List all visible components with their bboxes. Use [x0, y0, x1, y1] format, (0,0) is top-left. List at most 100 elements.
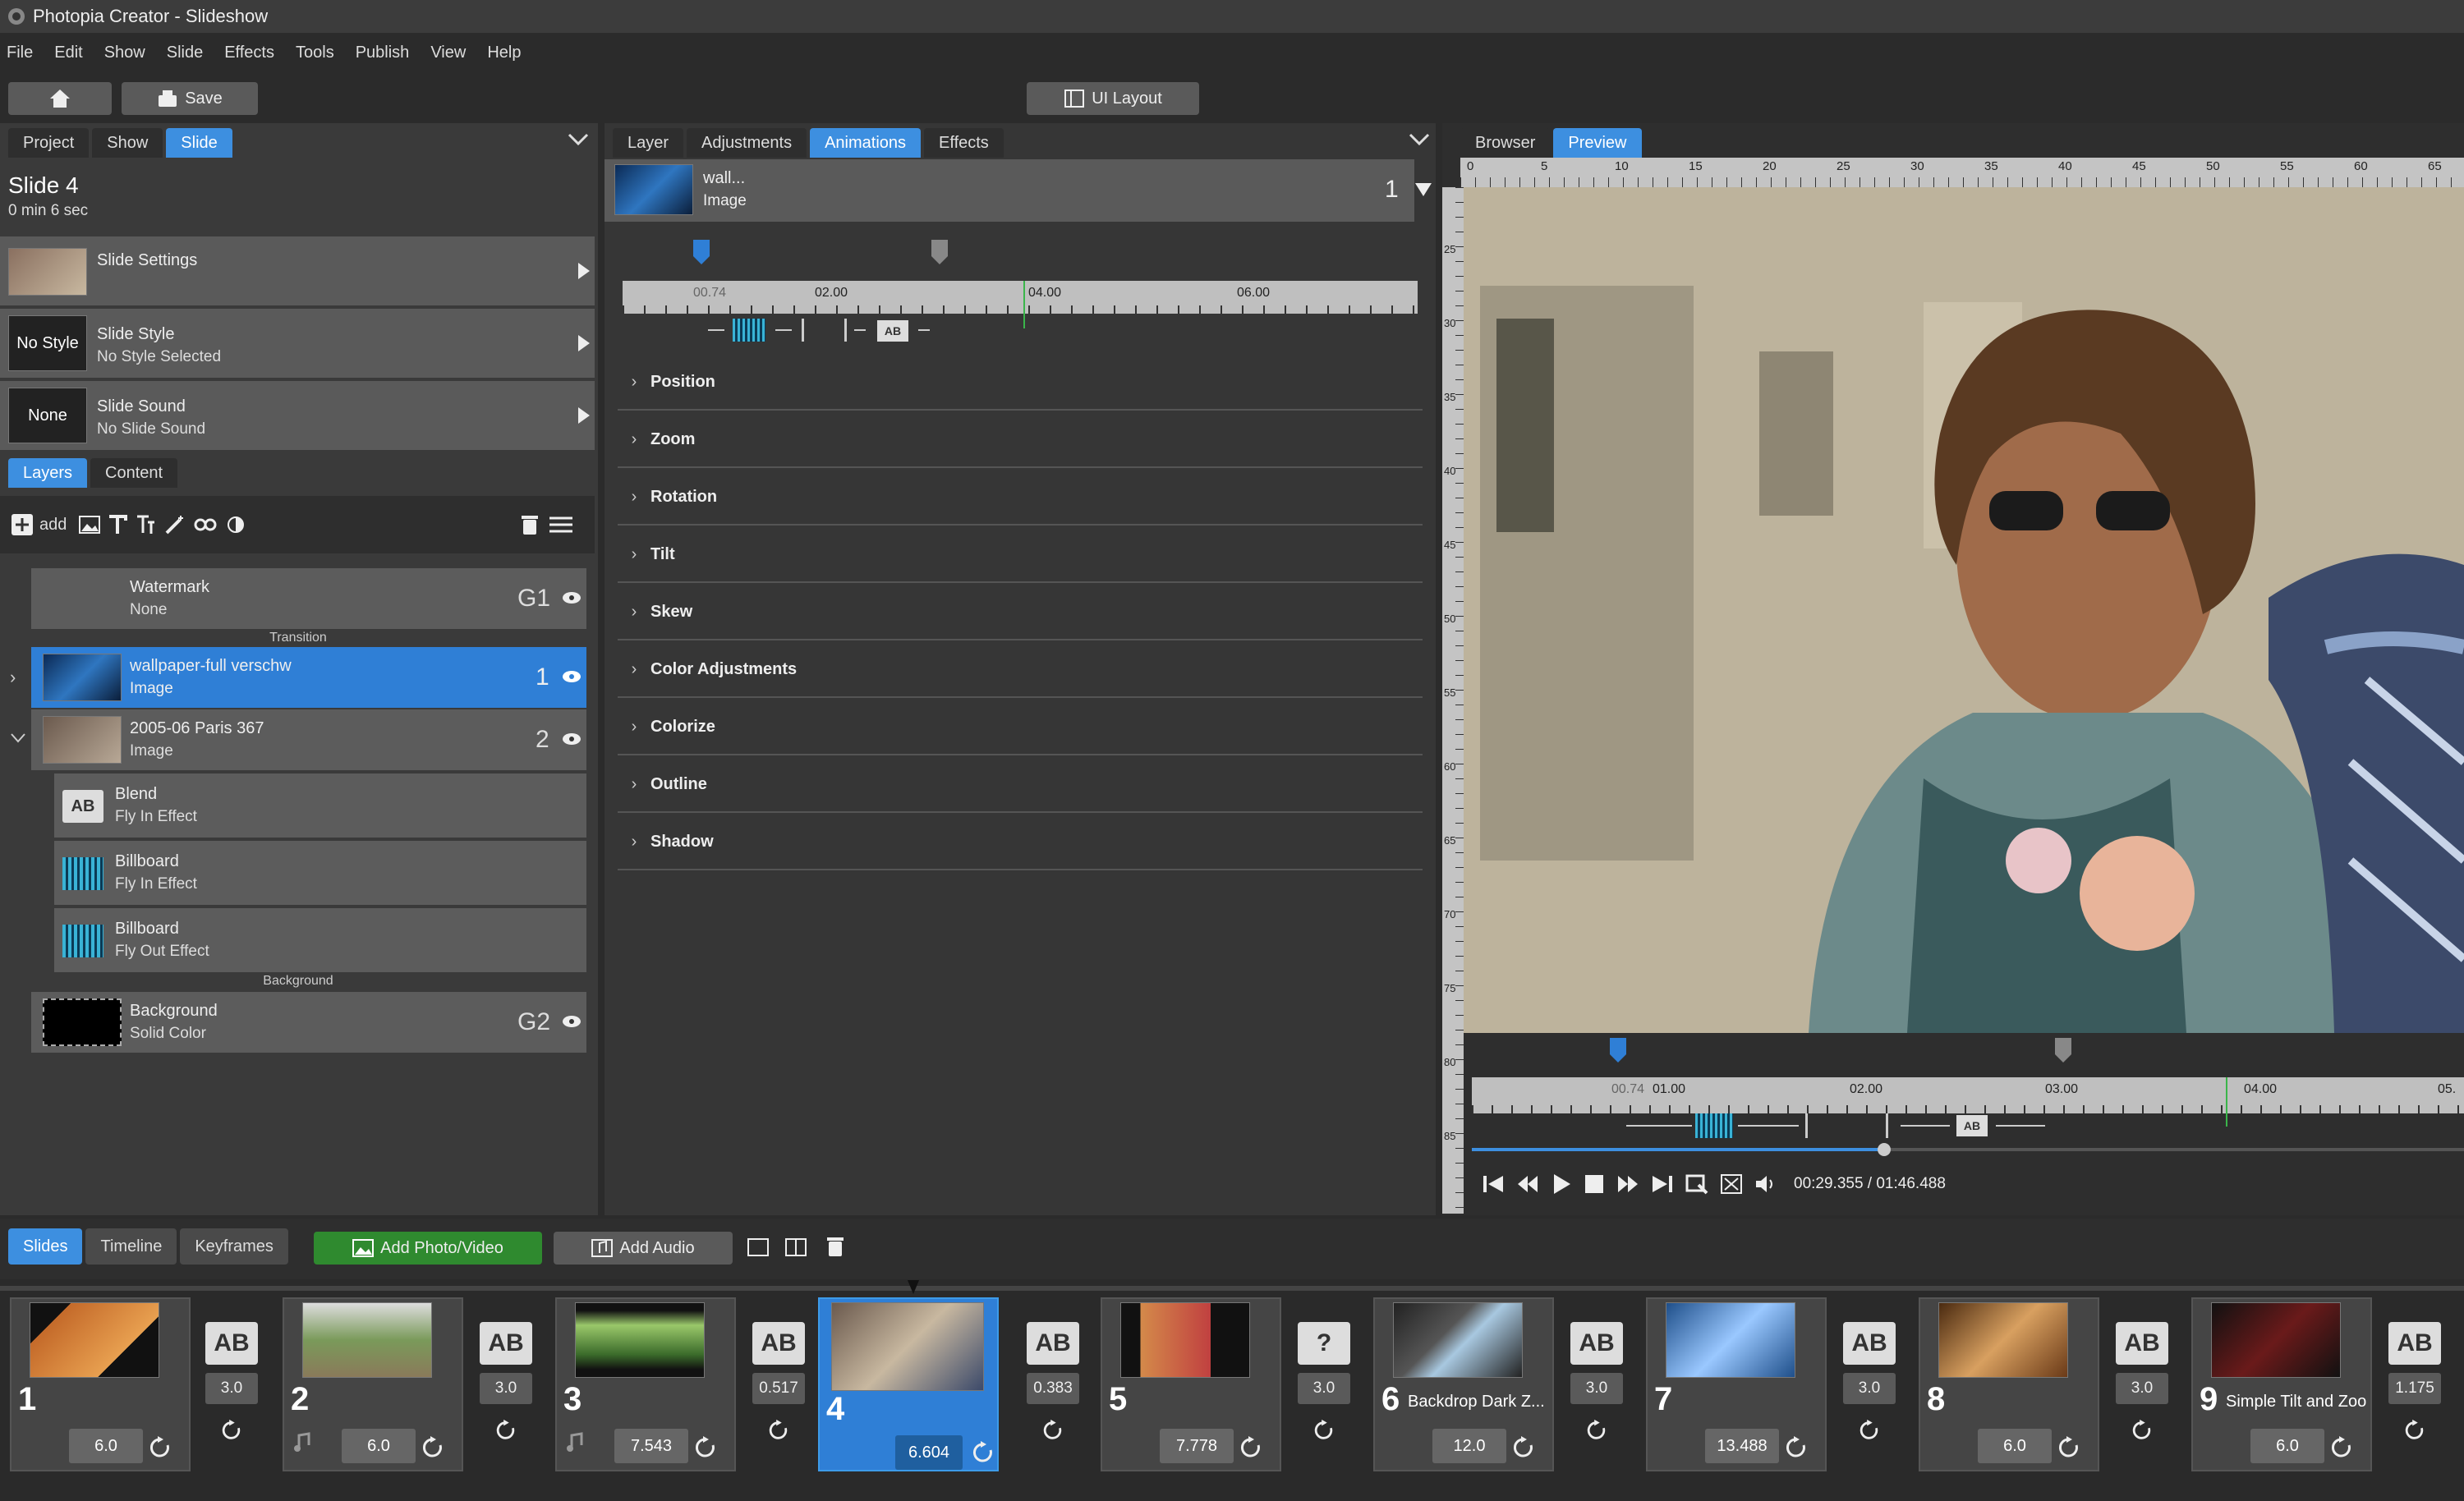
- slide-duration[interactable]: 7.543: [614, 1429, 688, 1463]
- refresh-icon[interactable]: [421, 1435, 445, 1460]
- transition-duration[interactable]: 0.517: [752, 1373, 805, 1404]
- menu-effects[interactable]: Effects: [224, 44, 274, 62]
- transition-card[interactable]: AB 3.0: [1564, 1322, 1631, 1470]
- transition-duration[interactable]: 3.0: [2116, 1373, 2168, 1404]
- tab-project[interactable]: Project: [8, 128, 90, 158]
- slide-duration[interactable]: 12.0: [1432, 1429, 1506, 1463]
- refresh-icon[interactable]: [1041, 1419, 1064, 1442]
- tab-layer[interactable]: Layer: [613, 128, 684, 158]
- prop-skew[interactable]: › Skew: [618, 585, 1423, 640]
- fast-forward-icon[interactable]: [1616, 1173, 1639, 1195]
- save-button[interactable]: Save: [122, 82, 258, 115]
- effect-billboard-out[interactable]: Billboard Fly Out Effect: [54, 908, 586, 972]
- slide-card[interactable]: 3 7.543: [555, 1297, 736, 1471]
- expand-arrow-icon[interactable]: [578, 263, 590, 279]
- transition-duration[interactable]: 3.0: [205, 1373, 258, 1404]
- slide-card[interactable]: 8 6.0: [1919, 1297, 2099, 1471]
- keyframe-marker-2[interactable]: [2053, 1036, 2073, 1066]
- layer-selector[interactable]: wall... Image 1: [605, 159, 1414, 222]
- dropdown-arrow-icon[interactable]: [1414, 182, 1432, 197]
- menu-slide[interactable]: Slide: [167, 44, 203, 62]
- transition-duration[interactable]: 0.383: [1027, 1373, 1079, 1404]
- slide-card[interactable]: 9 Simple Tilt and Zoo 6.0: [2191, 1297, 2372, 1471]
- tab-keyframes[interactable]: Keyframes: [180, 1228, 288, 1265]
- slide-duration[interactable]: 13.488: [1705, 1429, 1779, 1463]
- ui-layout-button[interactable]: UI Layout: [1027, 82, 1199, 115]
- refresh-icon[interactable]: [2403, 1419, 2426, 1442]
- eye-icon[interactable]: [562, 732, 582, 746]
- effect-blend[interactable]: AB Blend Fly In Effect: [54, 773, 586, 838]
- text-icon[interactable]: [107, 514, 128, 535]
- refresh-icon[interactable]: [2131, 1419, 2154, 1442]
- transition-card[interactable]: AB 3.0: [1837, 1322, 1904, 1470]
- playhead[interactable]: [2226, 1077, 2227, 1127]
- slide-duration[interactable]: 6.0: [342, 1429, 416, 1463]
- skip-start-icon[interactable]: [1482, 1173, 1505, 1195]
- animation-ruler[interactable]: 00.74 02.00 04.00 06.00: [623, 281, 1418, 314]
- keyframe-marker-1[interactable]: [1608, 1036, 1628, 1066]
- eye-icon[interactable]: [562, 1015, 582, 1028]
- add-photo-video-button[interactable]: Add Photo/Video: [314, 1232, 542, 1265]
- effect-billboard-in[interactable]: Billboard Fly In Effect: [54, 841, 586, 905]
- refresh-icon[interactable]: [220, 1419, 243, 1442]
- refresh-icon[interactable]: [1511, 1435, 1536, 1460]
- refresh-icon[interactable]: [1585, 1419, 1608, 1442]
- add-audio-button[interactable]: Add Audio: [554, 1232, 733, 1265]
- menu-show[interactable]: Show: [104, 44, 145, 62]
- slide-card[interactable]: 2 6.0: [283, 1297, 463, 1471]
- slide-duration[interactable]: 6.0: [1978, 1429, 2052, 1463]
- preview-timeline-ruler[interactable]: 00.74 01.00 02.00 03.00 04.00 05.: [1472, 1077, 2464, 1113]
- keyframe-marker-2[interactable]: [930, 238, 949, 268]
- refresh-icon[interactable]: [494, 1419, 517, 1442]
- transition-card[interactable]: AB 0.383: [1020, 1322, 1087, 1470]
- transition-duration[interactable]: 3.0: [480, 1373, 532, 1404]
- menu-view[interactable]: View: [430, 44, 466, 62]
- prop-color-adjustments[interactable]: › Color Adjustments: [618, 642, 1423, 698]
- menu-edit[interactable]: Edit: [54, 44, 82, 62]
- add-label[interactable]: add: [39, 516, 67, 535]
- fullscreen-icon[interactable]: [1720, 1173, 1743, 1195]
- transition-duration[interactable]: 3.0: [1298, 1373, 1350, 1404]
- refresh-icon[interactable]: [1239, 1435, 1263, 1460]
- tab-adjustments[interactable]: Adjustments: [687, 128, 807, 158]
- slide-duration[interactable]: 6.0: [69, 1429, 143, 1463]
- slide-card[interactable]: 1 6.0: [10, 1297, 191, 1471]
- effect-wand-icon[interactable]: [164, 514, 186, 535]
- eye-icon[interactable]: [562, 591, 582, 604]
- menu-help[interactable]: Help: [487, 44, 521, 62]
- menu-publish[interactable]: Publish: [356, 44, 410, 62]
- link-icon[interactable]: [194, 514, 217, 535]
- skip-end-icon[interactable]: [1651, 1173, 1674, 1195]
- progress-handle[interactable]: [1878, 1143, 1891, 1156]
- tab-timeline[interactable]: Timeline: [85, 1228, 177, 1265]
- prop-zoom[interactable]: › Zoom: [618, 412, 1423, 468]
- trash-icon[interactable]: [826, 1235, 844, 1258]
- transition-duration[interactable]: 3.0: [1570, 1373, 1623, 1404]
- transition-card[interactable]: AB 1.175: [2382, 1322, 2449, 1470]
- slide-card[interactable]: 7 13.488: [1646, 1297, 1827, 1471]
- refresh-icon[interactable]: [1312, 1419, 1335, 1442]
- transition-card[interactable]: AB 3.0: [199, 1322, 266, 1470]
- layer-wallpaper[interactable]: wallpaper-full verschw Image 1: [31, 647, 586, 708]
- prop-position[interactable]: › Position: [618, 355, 1423, 411]
- transition-card[interactable]: AB 0.517: [746, 1322, 813, 1470]
- slide-card[interactable]: 5 7.778: [1101, 1297, 1281, 1471]
- transition-card[interactable]: AB 3.0: [473, 1322, 540, 1470]
- slide-card[interactable]: 6 Backdrop Dark Z... 12.0: [1373, 1297, 1554, 1471]
- billboard-icon[interactable]: [733, 319, 765, 342]
- transition-card[interactable]: AB 3.0: [2109, 1322, 2177, 1470]
- menu-file[interactable]: File: [7, 44, 33, 62]
- expand-arrow-icon[interactable]: [578, 407, 590, 424]
- slide-duration[interactable]: 6.604: [895, 1435, 963, 1470]
- snapshot-icon[interactable]: [1685, 1173, 1708, 1195]
- refresh-icon[interactable]: [2329, 1435, 2354, 1460]
- home-button[interactable]: [8, 82, 112, 115]
- menu-tools[interactable]: Tools: [296, 44, 334, 62]
- slide-card[interactable]: 4 6.604: [818, 1297, 999, 1471]
- eye-icon[interactable]: [562, 670, 582, 683]
- refresh-icon[interactable]: [767, 1419, 790, 1442]
- expand-chevron-icon[interactable]: ›: [10, 667, 16, 688]
- refresh-icon[interactable]: [1858, 1419, 1881, 1442]
- tab-effects[interactable]: Effects: [924, 128, 1004, 158]
- menu-icon[interactable]: [549, 516, 573, 534]
